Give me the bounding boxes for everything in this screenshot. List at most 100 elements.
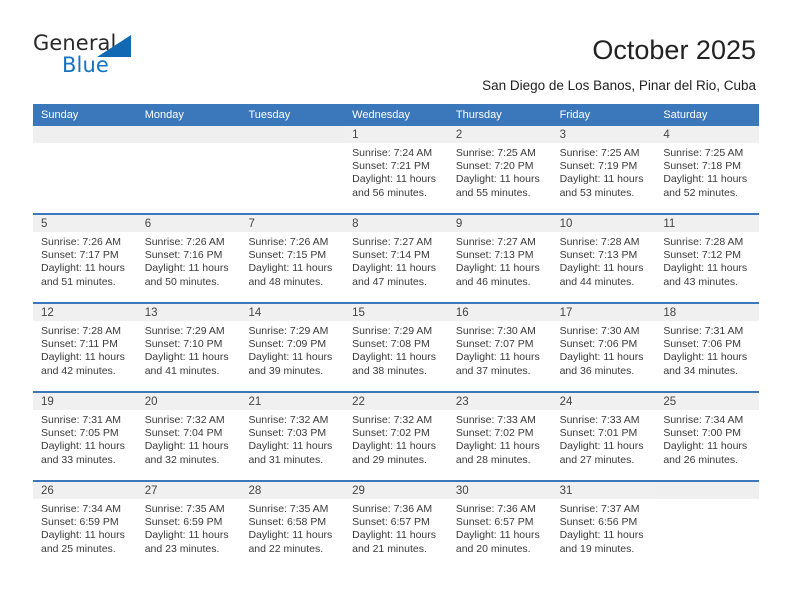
calendar-weeks: 1 Sunrise: 7:24 AM Sunset: 7:21 PM Daylight… bbox=[33, 126, 760, 571]
calendar-day-cell[interactable]: 11 Sunrise: 7:28 AM Sunset: 7:12 PM Dayligh… bbox=[655, 215, 760, 302]
general-blue-logo[interactable]: General Blue bbox=[33, 31, 153, 79]
calendar-day-cell[interactable]: 17 Sunrise: 7:30 AM Sunset: 7:06 PM Dayligh… bbox=[551, 304, 656, 391]
calendar-day-cell[interactable]: 1 Sunrise: 7:24 AM Sunset: 7:21 PM Daylight… bbox=[344, 126, 448, 213]
calendar-day-cell-empty bbox=[33, 126, 137, 213]
day-detail: Sunrise: 7:27 AM Sunset: 7:14 PM Daylight:… bbox=[344, 232, 448, 289]
calendar-day-cell[interactable]: 20 Sunrise: 7:32 AM Sunset: 7:04 PM Dayligh… bbox=[136, 393, 241, 480]
day-number: 9 bbox=[447, 215, 552, 232]
day-detail: Sunrise: 7:29 AM Sunset: 7:09 PM Daylight:… bbox=[240, 321, 344, 378]
sunset-text: Sunset: 7:13 PM bbox=[559, 249, 638, 262]
daylight-text-line2: and 55 minutes. bbox=[455, 186, 531, 199]
calendar-day-cell[interactable]: 5 Sunrise: 7:26 AM Sunset: 7:17 PM Daylight… bbox=[33, 215, 137, 302]
sunrise-text: Sunrise: 7:35 AM bbox=[144, 503, 225, 515]
sunrise-text: Sunrise: 7:26 AM bbox=[41, 236, 121, 248]
day-number: 2 bbox=[447, 126, 552, 143]
day-number: 10 bbox=[551, 215, 656, 232]
calendar-day-cell[interactable]: 18 Sunrise: 7:31 AM Sunset: 7:06 PM Dayligh… bbox=[655, 304, 760, 391]
sunset-text: Sunset: 7:14 PM bbox=[352, 249, 430, 262]
calendar-day-cell[interactable]: 24 Sunrise: 7:33 AM Sunset: 7:01 PM Dayligh… bbox=[551, 393, 656, 480]
sunrise-text: Sunrise: 7:27 AM bbox=[455, 236, 536, 248]
sunset-text: Sunset: 6:56 PM bbox=[559, 516, 638, 529]
daylight-text-line1: Daylight: 11 hours bbox=[41, 440, 125, 453]
sunset-text: Sunset: 7:00 PM bbox=[663, 427, 741, 440]
calendar-day-cell[interactable]: 21 Sunrise: 7:32 AM Sunset: 7:03 PM Dayligh… bbox=[240, 393, 345, 480]
day-detail: Sunrise: 7:32 AM Sunset: 7:03 PM Daylight:… bbox=[240, 410, 344, 467]
calendar-day-cell[interactable]: 23 Sunrise: 7:33 AM Sunset: 7:02 PM Dayligh… bbox=[447, 393, 552, 480]
sunset-text: Sunset: 7:17 PM bbox=[41, 249, 119, 262]
calendar-day-cell[interactable]: 13 Sunrise: 7:29 AM Sunset: 7:10 PM Dayligh… bbox=[136, 304, 241, 391]
day-number: 1 bbox=[344, 126, 448, 143]
calendar-day-cell-empty bbox=[136, 126, 241, 213]
daylight-text-line2: and 28 minutes. bbox=[455, 453, 531, 466]
daylight-text-line1: Daylight: 11 hours bbox=[559, 529, 644, 542]
day-detail: Sunrise: 7:34 AM Sunset: 6:59 PM Daylight:… bbox=[33, 499, 137, 556]
page-subtitle-location: San Diego de Los Banos, Pinar del Rio, C… bbox=[482, 78, 756, 93]
day-detail: Sunrise: 7:28 AM Sunset: 7:11 PM Daylight:… bbox=[33, 321, 137, 378]
calendar-day-cell[interactable]: 7 Sunrise: 7:26 AM Sunset: 7:15 PM Daylight… bbox=[240, 215, 345, 302]
calendar-day-cell[interactable]: 15 Sunrise: 7:29 AM Sunset: 7:08 PM Dayligh… bbox=[344, 304, 448, 391]
calendar-day-cell[interactable]: 26 Sunrise: 7:34 AM Sunset: 6:59 PM Dayligh… bbox=[33, 482, 137, 571]
sunrise-text: Sunrise: 7:33 AM bbox=[559, 414, 640, 426]
daylight-text-line1: Daylight: 11 hours bbox=[559, 262, 644, 275]
daylight-text-line1: Daylight: 11 hours bbox=[559, 351, 644, 364]
day-detail: Sunrise: 7:29 AM Sunset: 7:08 PM Daylight:… bbox=[344, 321, 448, 378]
calendar-day-cell[interactable]: 30 Sunrise: 7:36 AM Sunset: 6:57 PM Dayligh… bbox=[447, 482, 552, 571]
daylight-text-line1: Daylight: 11 hours bbox=[455, 529, 540, 542]
calendar-week-row: 26 Sunrise: 7:34 AM Sunset: 6:59 PM Dayligh… bbox=[33, 482, 760, 571]
day-number bbox=[136, 126, 241, 143]
daylight-text-line2: and 26 minutes. bbox=[663, 453, 739, 466]
calendar-day-cell[interactable]: 29 Sunrise: 7:36 AM Sunset: 6:57 PM Dayligh… bbox=[344, 482, 448, 571]
day-number: 11 bbox=[655, 215, 760, 232]
daylight-text-line1: Daylight: 11 hours bbox=[352, 173, 437, 186]
sunrise-text: Sunrise: 7:30 AM bbox=[559, 325, 640, 337]
calendar-day-cell[interactable]: 22 Sunrise: 7:32 AM Sunset: 7:02 PM Dayligh… bbox=[344, 393, 448, 480]
calendar-day-cell[interactable]: 28 Sunrise: 7:35 AM Sunset: 6:58 PM Dayligh… bbox=[240, 482, 345, 571]
calendar-day-cell[interactable]: 27 Sunrise: 7:35 AM Sunset: 6:59 PM Dayligh… bbox=[136, 482, 241, 571]
day-number bbox=[240, 126, 345, 143]
daylight-text-line2: and 19 minutes. bbox=[559, 542, 635, 555]
day-number: 4 bbox=[655, 126, 760, 143]
daylight-text-line2: and 34 minutes. bbox=[663, 364, 739, 377]
day-detail: Sunrise: 7:35 AM Sunset: 6:59 PM Daylight:… bbox=[137, 499, 241, 556]
sunset-text: Sunset: 7:11 PM bbox=[41, 338, 118, 351]
calendar-day-cell[interactable]: 14 Sunrise: 7:29 AM Sunset: 7:09 PM Dayligh… bbox=[240, 304, 345, 391]
day-detail: Sunrise: 7:32 AM Sunset: 7:02 PM Daylight:… bbox=[344, 410, 448, 467]
calendar-week-row: 5 Sunrise: 7:26 AM Sunset: 7:17 PM Daylight… bbox=[33, 215, 760, 304]
day-number bbox=[655, 482, 760, 499]
daylight-text-line1: Daylight: 11 hours bbox=[144, 529, 229, 542]
calendar-day-cell[interactable]: 12 Sunrise: 7:28 AM Sunset: 7:11 PM Dayligh… bbox=[33, 304, 137, 391]
day-detail: Sunrise: 7:26 AM Sunset: 7:15 PM Daylight:… bbox=[240, 232, 344, 289]
sunset-text: Sunset: 7:06 PM bbox=[663, 338, 741, 351]
day-number: 26 bbox=[33, 482, 137, 499]
daylight-text-line1: Daylight: 11 hours bbox=[352, 440, 437, 453]
sunset-text: Sunset: 7:02 PM bbox=[352, 427, 430, 440]
calendar-day-cell[interactable]: 31 Sunrise: 7:37 AM Sunset: 6:56 PM Dayligh… bbox=[551, 482, 656, 571]
sunrise-text: Sunrise: 7:32 AM bbox=[248, 414, 329, 426]
calendar-day-cell[interactable]: 8 Sunrise: 7:27 AM Sunset: 7:14 PM Daylight… bbox=[344, 215, 448, 302]
day-header-wednesday: Wednesday bbox=[352, 109, 411, 121]
day-number: 20 bbox=[136, 393, 241, 410]
sunrise-text: Sunrise: 7:36 AM bbox=[455, 503, 536, 515]
calendar-day-cell[interactable]: 9 Sunrise: 7:27 AM Sunset: 7:13 PM Daylight… bbox=[447, 215, 552, 302]
daylight-text-line2: and 33 minutes. bbox=[41, 453, 116, 466]
day-number: 31 bbox=[551, 482, 656, 499]
daylight-text-line1: Daylight: 11 hours bbox=[248, 351, 333, 364]
day-header-sunday: Sunday bbox=[41, 109, 79, 121]
daylight-text-line2: and 39 minutes. bbox=[248, 364, 324, 377]
calendar-day-cell[interactable]: 25 Sunrise: 7:34 AM Sunset: 7:00 PM Dayligh… bbox=[655, 393, 760, 480]
day-detail: Sunrise: 7:33 AM Sunset: 7:02 PM Daylight:… bbox=[448, 410, 552, 467]
daylight-text-line2: and 51 minutes. bbox=[41, 275, 116, 288]
sunrise-text: Sunrise: 7:36 AM bbox=[352, 503, 433, 515]
logo-text-blue: Blue bbox=[62, 53, 109, 77]
day-detail: Sunrise: 7:24 AM Sunset: 7:21 PM Daylight:… bbox=[344, 143, 448, 200]
calendar-day-cell[interactable]: 6 Sunrise: 7:26 AM Sunset: 7:16 PM Daylight… bbox=[136, 215, 241, 302]
sunset-text: Sunset: 7:18 PM bbox=[663, 160, 741, 173]
calendar-day-cell[interactable]: 16 Sunrise: 7:30 AM Sunset: 7:07 PM Dayligh… bbox=[447, 304, 552, 391]
calendar-day-cell[interactable]: 2 Sunrise: 7:25 AM Sunset: 7:20 PM Daylight… bbox=[447, 126, 552, 213]
calendar-day-cell[interactable]: 3 Sunrise: 7:25 AM Sunset: 7:19 PM Daylight… bbox=[551, 126, 656, 213]
calendar-day-cell[interactable]: 19 Sunrise: 7:31 AM Sunset: 7:05 PM Dayligh… bbox=[33, 393, 137, 480]
calendar-day-cell[interactable]: 10 Sunrise: 7:28 AM Sunset: 7:13 PM Dayligh… bbox=[551, 215, 656, 302]
sunrise-text: Sunrise: 7:32 AM bbox=[352, 414, 433, 426]
day-number: 18 bbox=[655, 304, 760, 321]
calendar-day-cell[interactable]: 4 Sunrise: 7:25 AM Sunset: 7:18 PM Daylight… bbox=[655, 126, 760, 213]
